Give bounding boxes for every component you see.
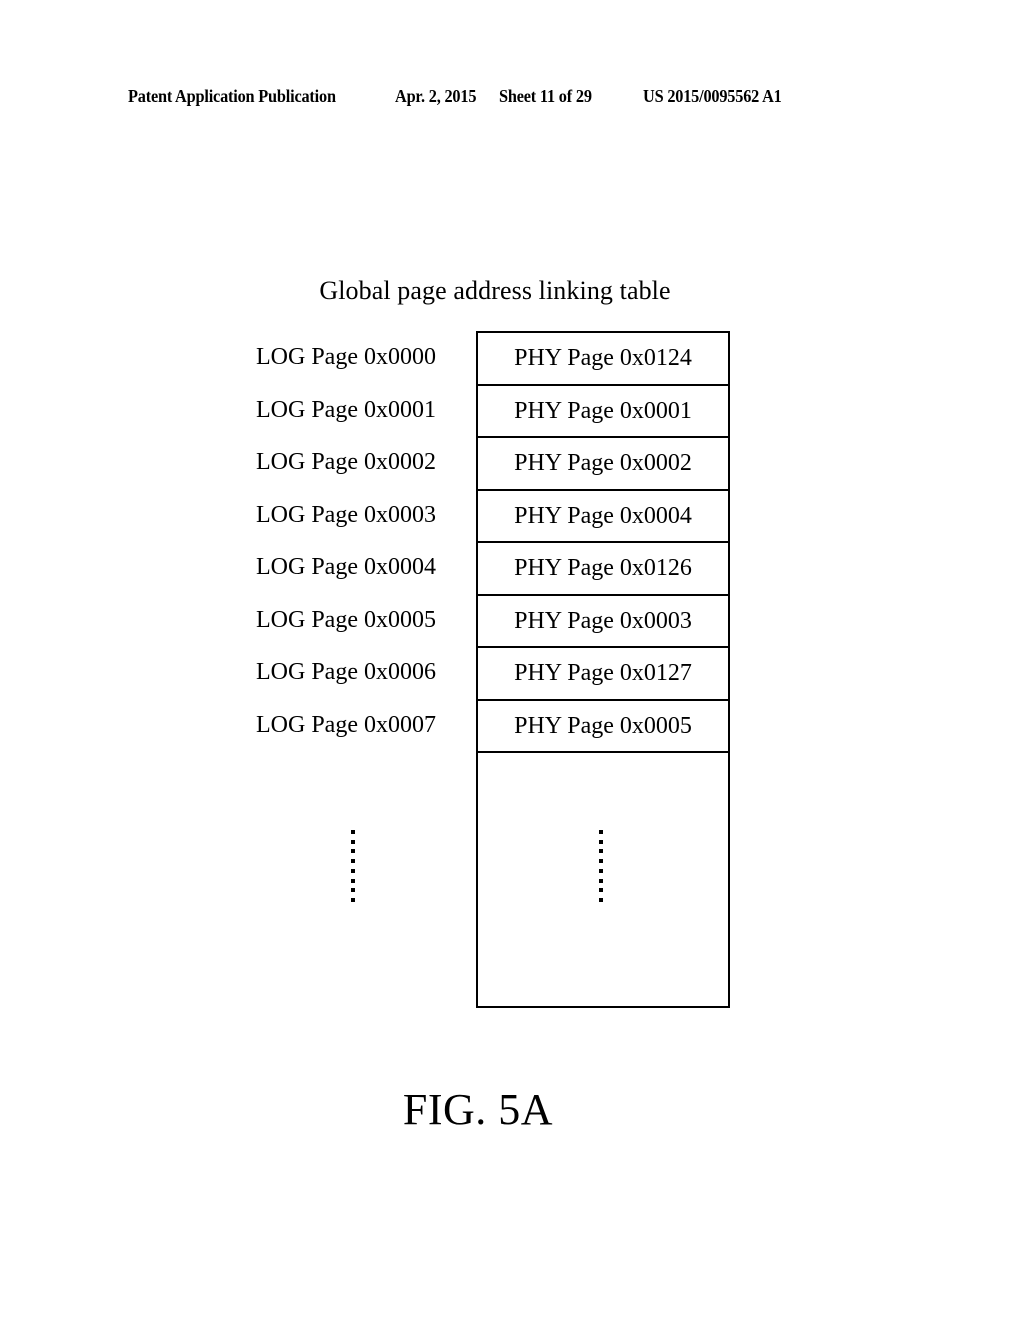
physical-page-cell: PHY Page 0x0004 — [478, 491, 728, 543]
logical-page-label: LOG Page 0x0006 — [256, 659, 436, 686]
figure-caption: FIG. 5A — [402, 1085, 554, 1134]
physical-page-cell: PHY Page 0x0127 — [478, 648, 728, 701]
physical-page-cell: PHY Page 0x0001 — [478, 386, 728, 438]
vertical-ellipsis-icon — [351, 830, 355, 902]
logical-page-label: LOG Page 0x0004 — [256, 554, 436, 581]
physical-page-continuation-area — [478, 753, 728, 1006]
vertical-ellipsis-icon — [599, 830, 603, 902]
diagram-title: Global page address linking table — [319, 276, 671, 305]
logical-page-column: LOG Page 0x0000 LOG Page 0x0001 LOG Page… — [256, 331, 468, 751]
logical-page-label: LOG Page 0x0002 — [256, 449, 436, 476]
physical-page-cell: PHY Page 0x0126 — [478, 543, 728, 596]
physical-page-table: PHY Page 0x0124 PHY Page 0x0001 PHY Page… — [476, 331, 730, 1008]
physical-page-cell: PHY Page 0x0003 — [478, 596, 728, 648]
physical-page-cell: PHY Page 0x0005 — [478, 701, 728, 753]
physical-page-cell: PHY Page 0x0002 — [478, 438, 728, 491]
logical-page-label: LOG Page 0x0000 — [256, 344, 436, 371]
logical-page-label: LOG Page 0x0001 — [256, 396, 436, 423]
logical-page-label: LOG Page 0x0007 — [256, 711, 436, 738]
logical-page-label: LOG Page 0x0003 — [256, 501, 436, 528]
physical-page-cell: PHY Page 0x0124 — [478, 333, 728, 386]
logical-page-label: LOG Page 0x0005 — [256, 606, 436, 633]
